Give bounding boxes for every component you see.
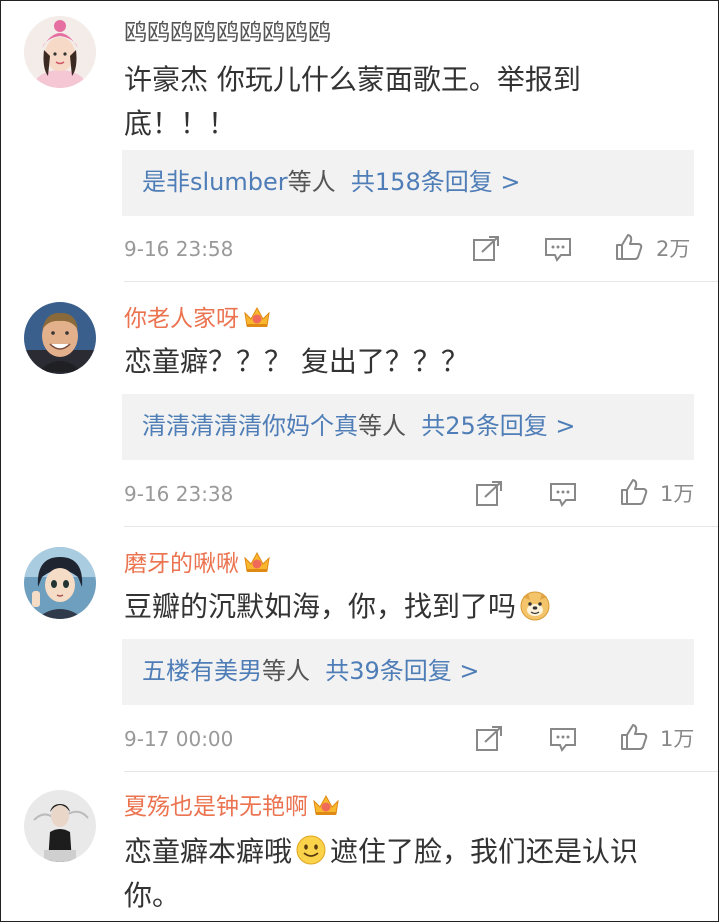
comment-time: 9-16 23:38 <box>124 482 234 506</box>
comment-text-part: 遮住了脸，我们还是认识 <box>330 835 639 868</box>
like-icon[interactable] <box>619 722 649 752</box>
comment-icon[interactable] <box>543 234 573 264</box>
comment-item: 夏殇也是钟无艳啊 恋童癖本癖哦 遮住了脸，我们还是认识 你。 <box>0 772 719 922</box>
like-count: 1万 <box>660 482 695 506</box>
comment-icon[interactable] <box>548 479 578 509</box>
like-icon[interactable] <box>614 232 644 262</box>
reply-suffix: 等人 <box>358 412 406 440</box>
reply-count-link[interactable]: 共25条回复 > <box>421 412 575 440</box>
comment-text-part: 恋童癖本癖哦 <box>124 835 293 868</box>
avatar[interactable] <box>24 547 96 619</box>
reply-suffix: 等人 <box>287 168 336 196</box>
forward-icon[interactable] <box>474 724 504 754</box>
vip-crown-icon <box>243 305 271 329</box>
comment-text-line: 恋童癖本癖哦 遮住了脸，我们还是认识 <box>124 830 695 874</box>
comment-time: 9-16 23:58 <box>124 237 234 261</box>
comment-text-line: 豆瓣的沉默如海，你，找到了吗 <box>124 590 517 623</box>
doge-emoji-icon <box>519 589 551 621</box>
username[interactable]: 磨牙的啾啾 <box>124 549 271 579</box>
avatar[interactable] <box>24 16 96 88</box>
smile-emoji-icon <box>295 834 327 866</box>
username[interactable]: 鸥鸥鸥鸥鸥鸥鸥鸥鸥 <box>124 18 331 48</box>
comment-time: 9-17 00:00 <box>124 727 234 751</box>
comment-text-line: 底！！！ <box>124 107 237 140</box>
reply-summary-box[interactable]: 五楼有美男等人 共39条回复 > <box>122 639 694 705</box>
vip-crown-icon <box>312 793 340 817</box>
avatar[interactable] <box>24 302 96 374</box>
reply-summary-box[interactable]: 是非slumber等人 共158条回复 > <box>122 150 694 216</box>
like-count: 2万 <box>656 237 691 261</box>
reply-count-link[interactable]: 共39条回复 > <box>325 657 479 685</box>
reply-suffix: 等人 <box>262 657 310 685</box>
comment-text: 豆瓣的沉默如海，你，找到了吗 <box>124 585 695 629</box>
reply-summary-box[interactable]: 清清清清清你妈个真等人 共25条回复 > <box>122 394 694 460</box>
comment-text: 恋童癖？？？ 复出了？？？ <box>124 340 695 384</box>
comment-item: 你老人家呀 恋童癖？？？ 复出了？？？ 清清清清清你妈个真等人 共25条回复 >… <box>0 282 719 527</box>
comment-text: 许豪杰 你玩儿什么蒙面歌王。举报到 底！！！ <box>124 58 695 146</box>
reply-users[interactable]: 是非slumber <box>142 168 288 196</box>
reply-summary-text[interactable]: 是非slumber等人 共158条回复 > <box>142 164 520 200</box>
like-icon[interactable] <box>619 477 649 507</box>
comment-text-line: 恋童癖？？？ 复出了？？？ <box>124 345 469 378</box>
reply-users[interactable]: 清清清清清你妈个真 <box>142 412 358 440</box>
forward-icon[interactable] <box>471 234 501 264</box>
comment-icon[interactable] <box>548 724 578 754</box>
username-text[interactable]: 夏殇也是钟无艳啊 <box>124 794 308 820</box>
vip-crown-icon <box>243 550 271 574</box>
username[interactable]: 夏殇也是钟无艳啊 <box>124 792 340 822</box>
comment-item: 鸥鸥鸥鸥鸥鸥鸥鸥鸥 许豪杰 你玩儿什么蒙面歌王。举报到 底！！！ 是非slumb… <box>0 0 719 282</box>
username[interactable]: 你老人家呀 <box>124 304 271 334</box>
avatar[interactable] <box>24 790 96 862</box>
comment-item: 磨牙的啾啾 豆瓣的沉默如海，你，找到了吗 五楼有美男等人 共39条回复 > 9-… <box>0 527 719 772</box>
username-text[interactable]: 磨牙的啾啾 <box>124 551 239 577</box>
reply-users[interactable]: 五楼有美男 <box>142 657 262 685</box>
username-text[interactable]: 你老人家呀 <box>124 306 239 332</box>
comment-text-line: 许豪杰 你玩儿什么蒙面歌王。举报到 <box>124 63 581 96</box>
comment-text: 恋童癖本癖哦 遮住了脸，我们还是认识 你。 <box>124 830 695 918</box>
forward-icon[interactable] <box>474 479 504 509</box>
comment-text-line: 你。 <box>124 879 181 912</box>
reply-summary-text[interactable]: 五楼有美男等人 共39条回复 > <box>142 653 480 689</box>
reply-summary-text[interactable]: 清清清清清你妈个真等人 共25条回复 > <box>142 408 576 444</box>
like-count: 1万 <box>660 727 695 751</box>
reply-count-link[interactable]: 共158条回复 > <box>351 168 521 196</box>
